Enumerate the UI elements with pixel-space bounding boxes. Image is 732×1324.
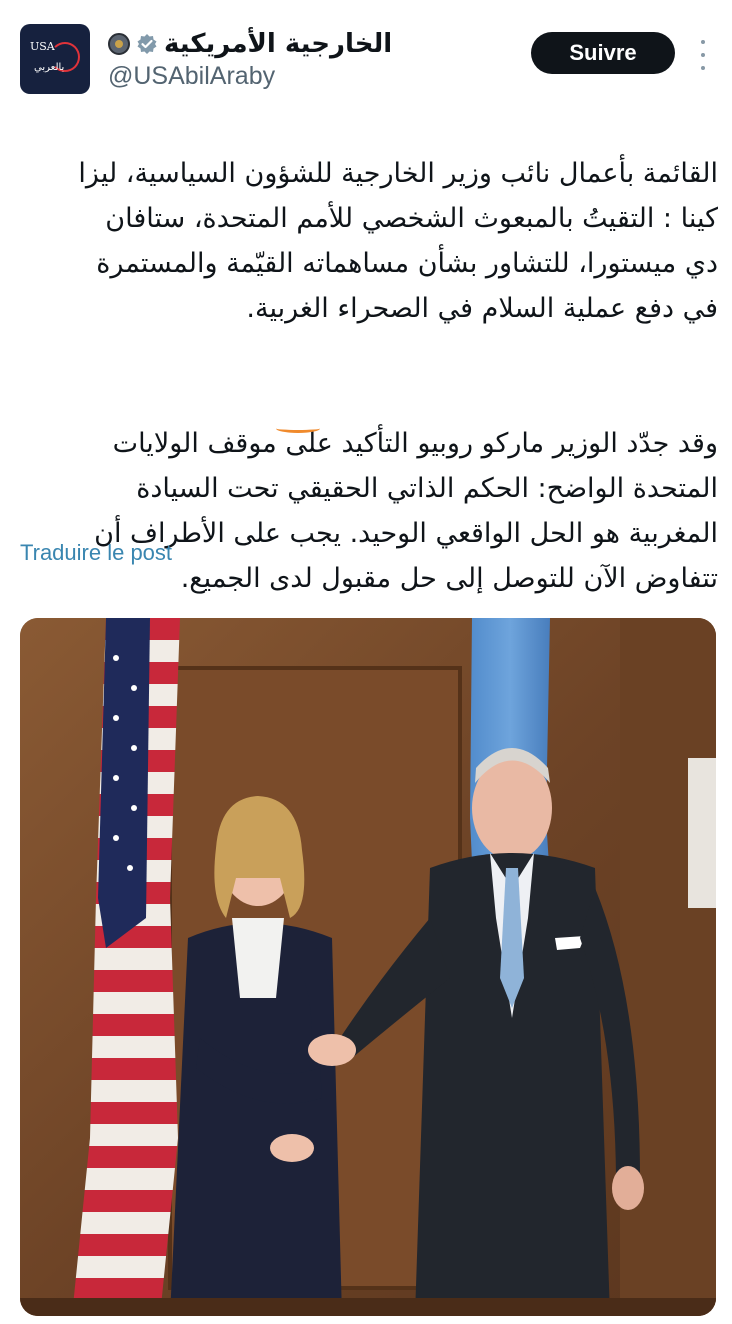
avatar[interactable]: USA بالعربي [20,24,90,94]
tweet-photo[interactable] [20,618,716,1316]
tweet-paragraph-2: وقد جدّد الوزير ماركو روبيو التأكيد على … [94,428,718,594]
account-display-name[interactable]: الخارجية الأمريكية [164,29,392,59]
verified-badge-icon [137,34,157,54]
tweet-paragraph-1: القائمة بأعمال نائب وزير الخارجية للشؤون… [78,158,718,324]
more-vertical-icon[interactable] [697,40,709,70]
account-handle[interactable]: @USAbilAraby [108,62,275,91]
tweet-header: USA بالعربي الخارجية الأمريكية @USAbilAr… [0,0,732,100]
follow-button[interactable]: Suivre [531,32,675,74]
photo-illustration [20,618,716,1316]
account-name-row[interactable]: الخارجية الأمريكية [108,26,392,62]
state-department-seal-icon [108,33,130,55]
avatar-text-arabic: بالعربي [34,62,65,73]
highlight-underline [276,424,320,433]
translate-post-link[interactable]: Traduire le post [20,540,172,566]
